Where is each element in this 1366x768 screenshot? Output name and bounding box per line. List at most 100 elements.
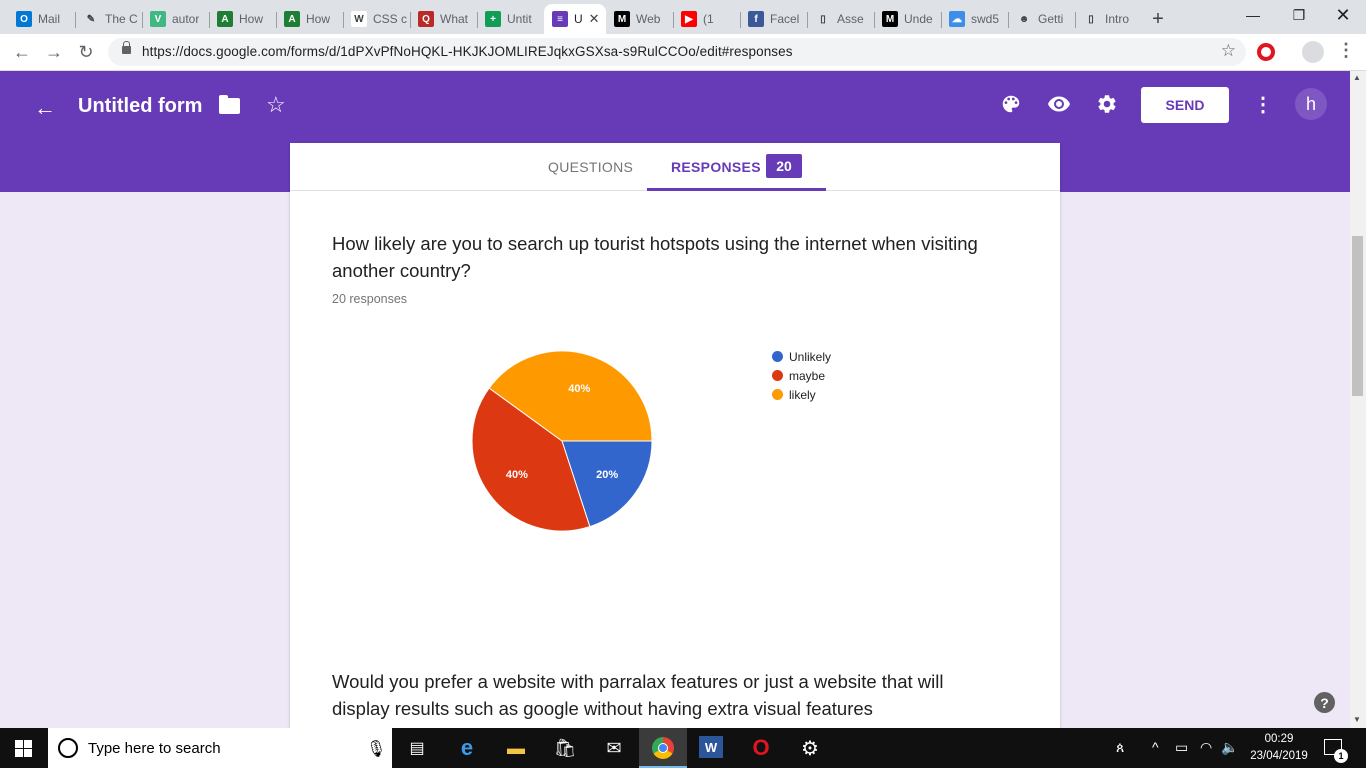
forms-icon: ≡ <box>552 11 568 27</box>
cortana-icon <box>58 738 78 758</box>
tray-chevron-icon[interactable]: ^ <box>1152 739 1159 755</box>
browser-tab[interactable]: ☻ Getti <box>1008 4 1075 34</box>
quora-icon: Q <box>418 11 434 27</box>
outlook-icon: O <box>16 11 32 27</box>
browser-tab-title: U <box>574 12 583 26</box>
send-button[interactable]: SEND <box>1141 87 1229 123</box>
legend-item[interactable]: maybe <box>772 366 831 385</box>
browser-tab[interactable]: Q What <box>410 4 477 34</box>
taskbar-clock[interactable]: 00:29 23/04/2019 <box>1244 731 1314 765</box>
tab-questions[interactable]: QUESTIONS <box>548 159 633 175</box>
mail-icon[interactable]: ✉ <box>601 736 627 760</box>
help-icon[interactable]: ? <box>1314 692 1335 713</box>
legend-color-dot <box>772 351 783 362</box>
lock-icon <box>122 41 131 54</box>
browser-tab[interactable]: M Web <box>606 4 673 34</box>
browser-tab-title: Untit <box>507 12 532 26</box>
microphone-icon[interactable]: 🎙 <box>366 739 386 759</box>
bookmark-star-icon[interactable]: ☆ <box>1221 41 1236 61</box>
browser-tab[interactable]: f Facel <box>740 4 807 34</box>
pie-slice-label: 40% <box>506 469 528 481</box>
codepen-icon: A <box>284 11 300 27</box>
browser-tab[interactable]: O Mail <box>8 4 75 34</box>
browser-tab[interactable]: M Unde <box>874 4 941 34</box>
browser-tab[interactable]: ✎ The C <box>75 4 142 34</box>
back-arrow-icon[interactable]: ← <box>34 95 56 121</box>
scrollbar-thumb[interactable] <box>1352 236 1363 396</box>
page-scrollbar[interactable] <box>1350 71 1366 728</box>
people-icon[interactable]: ጰ <box>1116 739 1124 756</box>
active-tab-indicator <box>647 188 826 191</box>
response-count-badge: 20 <box>766 154 802 178</box>
chrome-icon[interactable] <box>652 737 674 759</box>
edge-icon[interactable]: e <box>454 735 480 760</box>
file-explorer-icon[interactable]: ▬ <box>503 736 529 760</box>
browser-tab[interactable]: + Untit <box>477 4 544 34</box>
palette-icon[interactable] <box>999 92 1023 116</box>
browser-tab-title: Mail <box>38 12 61 26</box>
pie-slice-label: 40% <box>568 383 590 395</box>
battery-icon[interactable]: ▭ <box>1175 739 1188 756</box>
folder-icon[interactable] <box>219 95 240 114</box>
browser-tab[interactable]: ☁ swd5 <box>941 4 1008 34</box>
new-tab-plus-icon[interactable]: + <box>1142 4 1174 34</box>
store-icon[interactable]: 🛍 <box>552 736 578 760</box>
profile-icon[interactable] <box>1302 41 1324 63</box>
windows-start-icon[interactable] <box>15 740 32 757</box>
browser-tab[interactable]: W CSS c <box>343 4 410 34</box>
minimize-icon[interactable]: — <box>1230 0 1276 30</box>
tab-responses[interactable]: RESPONSES <box>671 159 761 175</box>
browser-tab-title: CSS c <box>373 12 408 26</box>
browser-tab-title: Intro <box>1105 12 1130 26</box>
cloud-icon: ☁ <box>949 11 965 27</box>
browser-tab-title: How <box>306 12 331 26</box>
wifi-icon[interactable]: ◠ <box>1200 739 1212 756</box>
legend-item[interactable]: likely <box>772 385 831 404</box>
browser-tab[interactable]: ▯ Intro <box>1075 4 1142 34</box>
close-window-icon[interactable]: ✕ <box>1320 0 1366 30</box>
url-text[interactable]: https://docs.google.com/forms/d/1dPXvPfN… <box>142 44 793 59</box>
browser-tab[interactable]: A How <box>276 4 343 34</box>
browser-tab[interactable]: ▶ (1 <box>673 4 740 34</box>
scroll-down-arrow-icon[interactable]: ▼ <box>1353 715 1361 724</box>
browser-tab[interactable]: ≡ U ✕ <box>544 4 606 34</box>
word-icon[interactable]: W <box>699 736 723 758</box>
star-icon[interactable]: ☆ <box>266 92 286 118</box>
legend-item[interactable]: Unlikely <box>772 347 831 366</box>
browser-tab-title: Facel <box>770 12 800 26</box>
preview-eye-icon[interactable] <box>1047 92 1071 116</box>
settings-icon[interactable]: ⚙ <box>797 736 823 760</box>
reload-icon[interactable]: ↻ <box>74 40 98 64</box>
task-view-icon[interactable]: ▤ <box>404 736 430 760</box>
opera-extension-icon[interactable] <box>1257 43 1275 61</box>
address-bar[interactable]: https://docs.google.com/forms/d/1dPXvPfN… <box>108 38 1246 66</box>
settings-gear-icon[interactable] <box>1095 92 1119 116</box>
legend-label: maybe <box>789 368 826 383</box>
more-options-icon[interactable]: ⋮ <box>1251 92 1275 116</box>
sketch-icon: ✎ <box>83 11 99 27</box>
notification-badge: 1 <box>1334 749 1348 763</box>
browser-tab[interactable]: ▯ Asse <box>807 4 874 34</box>
opera-icon[interactable]: O <box>748 735 774 760</box>
browser-menu-icon[interactable]: ⋮ <box>1337 40 1355 61</box>
volume-icon[interactable]: 🔈 <box>1221 739 1238 756</box>
browser-tab-title: Asse <box>837 12 864 26</box>
browser-tab-title: What <box>440 12 469 26</box>
close-tab-icon[interactable]: ✕ <box>589 11 600 27</box>
back-icon[interactable]: ← <box>10 40 34 64</box>
form-title[interactable]: Untitled form <box>78 95 202 118</box>
youtube-icon: ▶ <box>681 11 697 27</box>
browser-tab-title: Getti <box>1038 12 1064 26</box>
restore-icon[interactable]: ❐ <box>1276 0 1322 30</box>
forward-icon[interactable]: → <box>42 40 66 64</box>
taskbar-search-box[interactable]: Type here to search 🎙 <box>48 728 392 768</box>
browser-tab-title: The C <box>105 12 138 26</box>
medium-icon: M <box>882 11 898 27</box>
avatar[interactable]: h <box>1295 88 1327 120</box>
chart-legend: Unlikely maybe likely <box>772 347 831 404</box>
browser-tab[interactable]: A How <box>209 4 276 34</box>
medium-icon: M <box>614 11 630 27</box>
browser-tab[interactable]: Vautor <box>142 4 209 34</box>
scroll-up-arrow-icon[interactable]: ▲ <box>1353 73 1361 82</box>
taskbar-search-placeholder[interactable]: Type here to search <box>88 740 221 757</box>
